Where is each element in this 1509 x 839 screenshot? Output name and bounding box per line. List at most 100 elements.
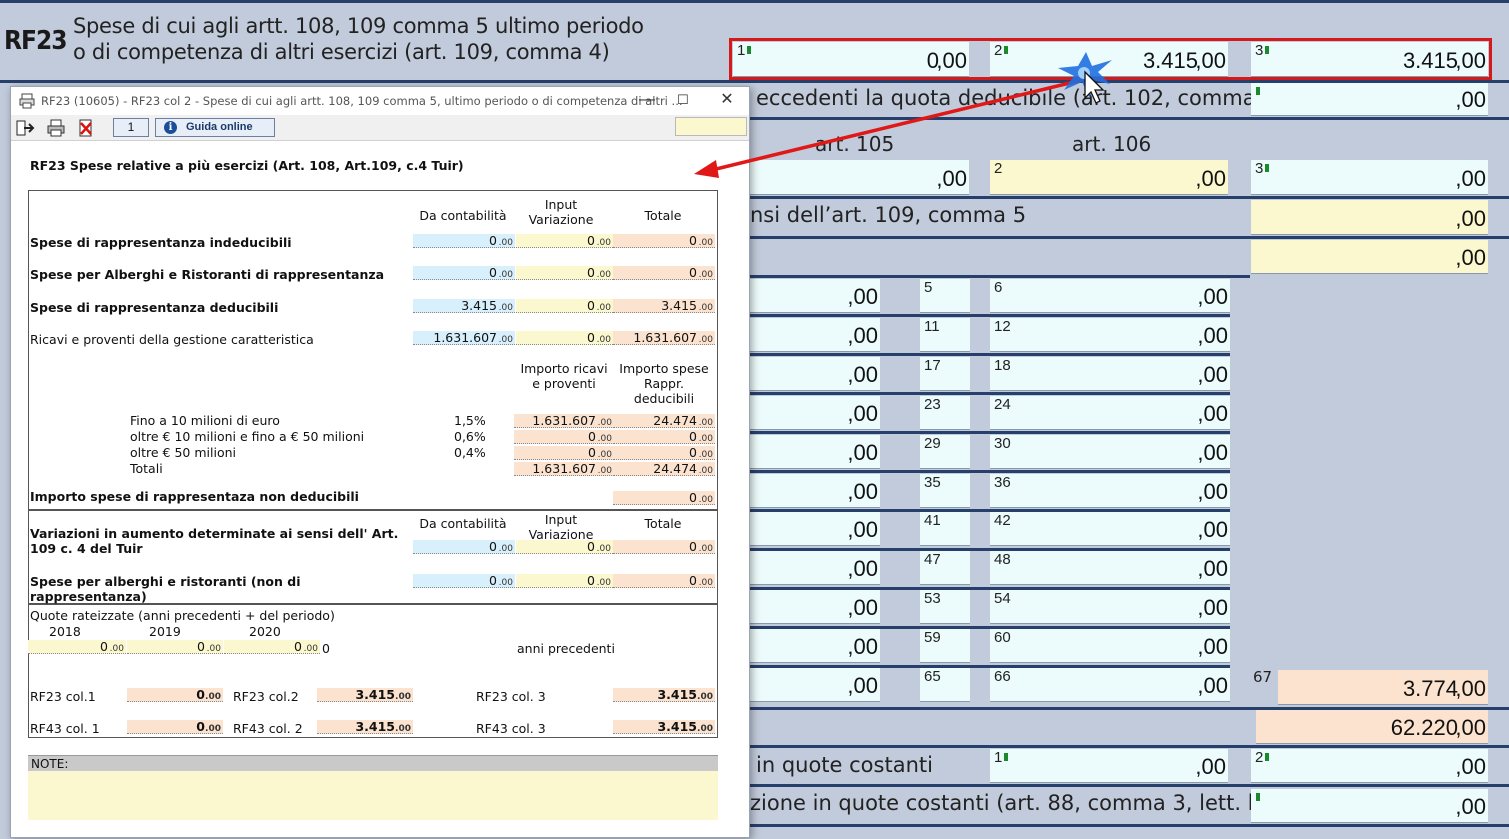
alberghi-totale[interactable]: 0.00	[613, 574, 715, 588]
grid-field-narrow[interactable]: 23	[920, 396, 970, 430]
page-number[interactable]: 1	[113, 118, 149, 137]
row-contabilita[interactable]: 0.00	[413, 266, 515, 280]
quote2-field[interactable]: ,00	[1251, 789, 1488, 823]
grid-field[interactable]: 42,00	[990, 512, 1230, 546]
print-icon[interactable]	[45, 118, 67, 138]
grid-field[interactable]: ,00	[750, 357, 880, 391]
row-totale[interactable]: 3.415.00	[613, 299, 715, 313]
art106-field[interactable]: 2 ,00	[990, 160, 1228, 195]
grid-field[interactable]: ,00	[750, 396, 880, 430]
summary-value[interactable]: 3.415.00	[317, 720, 413, 734]
grid-field-narrow[interactable]: 5	[920, 279, 970, 313]
field-67[interactable]: 3.774 ,00	[1278, 670, 1488, 705]
cell-value: 0	[588, 445, 596, 460]
grid-field[interactable]: ,00	[750, 668, 880, 702]
grid-field-narrow[interactable]: 41	[920, 512, 970, 546]
summary-value[interactable]: 3.415.00	[317, 688, 413, 702]
cell-decimals: .00	[597, 418, 612, 428]
grid-field[interactable]: ,00	[750, 474, 880, 508]
grid-field-narrow[interactable]: 59	[920, 629, 970, 663]
alberghi-input[interactable]: 0.00	[516, 574, 613, 588]
grid-field[interactable]: ,00	[750, 590, 880, 624]
grid-field[interactable]: 24,00	[990, 396, 1230, 430]
row-contabilita[interactable]: 0.00	[413, 234, 515, 248]
guida-online-button[interactable]: i Guida online	[155, 118, 275, 137]
row-label-quote: in quote costanti	[756, 753, 933, 777]
variazioni-input[interactable]: 0.00	[516, 540, 613, 554]
quote-col1-field[interactable]: 1 ,00	[990, 749, 1228, 783]
year-2018-value[interactable]: 0.00	[28, 640, 126, 654]
grid-field-narrow[interactable]: 17	[920, 357, 970, 391]
grid-field[interactable]: ,00	[750, 279, 880, 313]
summary-value[interactable]: 3.415.00	[613, 688, 715, 702]
field-number: 48	[994, 551, 1011, 568]
grid-field[interactable]: 60,00	[990, 629, 1230, 663]
grid-field[interactable]: 18,00	[990, 357, 1230, 391]
row-input[interactable]: 0.00	[516, 266, 613, 280]
field-number: 36	[994, 474, 1011, 491]
art109-field[interactable]: ,00	[1251, 200, 1488, 235]
art105-field[interactable]: ,00	[750, 160, 969, 195]
row-field[interactable]: ,00	[1251, 240, 1488, 274]
variazioni-totale[interactable]: 0.00	[613, 540, 715, 554]
grid-field[interactable]: ,00	[750, 551, 880, 585]
summary-value[interactable]: 0.00	[127, 720, 223, 734]
grid-field-narrow[interactable]: 11	[920, 318, 970, 352]
grid-field[interactable]: ,00	[750, 512, 880, 546]
minimize-button[interactable]: —	[629, 89, 665, 113]
maximize-button[interactable]: ☐	[665, 89, 701, 113]
row-label: Spese per Alberghi e Ristoranti di rappr…	[30, 267, 385, 282]
quote-col2-field[interactable]: 2 ,00	[1251, 749, 1488, 783]
delete-document-icon[interactable]	[75, 118, 97, 138]
note-textarea[interactable]	[28, 771, 718, 820]
bracket-spese[interactable]: 0.00	[614, 446, 715, 460]
grid-field[interactable]: 12,00	[990, 318, 1230, 352]
row-totale[interactable]: 0.00	[613, 234, 715, 248]
bracket-ricavi[interactable]: 1.631.607.00	[514, 462, 614, 476]
grid-field[interactable]: 30,00	[990, 435, 1230, 469]
row-totale[interactable]: 0.00	[613, 266, 715, 280]
row-input[interactable]: 0.00	[516, 234, 613, 248]
row-input[interactable]: 0.00	[516, 299, 613, 313]
total-field[interactable]: 62.220 ,00	[1256, 710, 1488, 744]
calculation-dialog[interactable]: RF23 (10605) - RF23 col 2 - Spese di cui…	[10, 86, 750, 838]
row-contabilita[interactable]: 3.415.00	[413, 299, 515, 313]
row-totale[interactable]: 1.631.607.00	[613, 331, 715, 345]
grid-field-narrow[interactable]: 47	[920, 551, 970, 585]
summary-value[interactable]: 0.00	[127, 688, 223, 702]
bracket-percentage: 0,4%	[454, 445, 486, 460]
bracket-spese[interactable]: 24.474.00	[614, 462, 715, 476]
close-button[interactable]: ✕	[709, 89, 745, 113]
field-number: 66	[994, 668, 1011, 685]
row-input[interactable]: 0.00	[516, 331, 613, 345]
grid-field[interactable]: 36,00	[990, 474, 1230, 508]
eccedenti-field[interactable]: ,00	[1251, 83, 1488, 116]
grid-field[interactable]: 48,00	[990, 551, 1230, 585]
year-2020-value[interactable]: 0.00	[224, 640, 320, 654]
grid-field-narrow[interactable]: 53	[920, 590, 970, 624]
exit-icon[interactable]	[14, 118, 36, 138]
grid-field[interactable]: ,00	[750, 435, 880, 469]
grid-field-narrow[interactable]: 29	[920, 435, 970, 469]
grid-field-narrow[interactable]: 35	[920, 474, 970, 508]
grid-field[interactable]: 66,00	[990, 668, 1230, 702]
bracket-spese[interactable]: 24.474.00	[614, 414, 715, 428]
grid-field[interactable]: ,00	[750, 629, 880, 663]
year-2019-value[interactable]: 0.00	[127, 640, 223, 654]
row-contabilita[interactable]: 1.631.607.00	[413, 331, 515, 345]
dialog-titlebar[interactable]: RF23 (10605) - RF23 col 2 - Spese di cui…	[11, 87, 749, 115]
grid-field[interactable]: 54,00	[990, 590, 1230, 624]
toolbar-field[interactable]	[675, 117, 747, 136]
non-deducibili-value[interactable]: 0.00	[613, 491, 715, 505]
bracket-ricavi[interactable]: 1.631.607.00	[514, 414, 614, 428]
bracket-ricavi[interactable]: 0.00	[514, 430, 614, 444]
alberghi-contabilita[interactable]: 0.00	[413, 574, 515, 588]
variazioni-contabilita[interactable]: 0.00	[413, 540, 515, 554]
grid-field[interactable]: 6,00	[990, 279, 1230, 313]
grid-field-narrow[interactable]: 65	[920, 668, 970, 702]
bracket-ricavi[interactable]: 0.00	[514, 446, 614, 460]
art106-col3-field[interactable]: 3 ,00	[1251, 160, 1488, 195]
bracket-spese[interactable]: 0.00	[614, 430, 715, 444]
grid-field[interactable]: ,00	[750, 318, 880, 352]
summary-value[interactable]: 3.415.00	[613, 720, 715, 734]
